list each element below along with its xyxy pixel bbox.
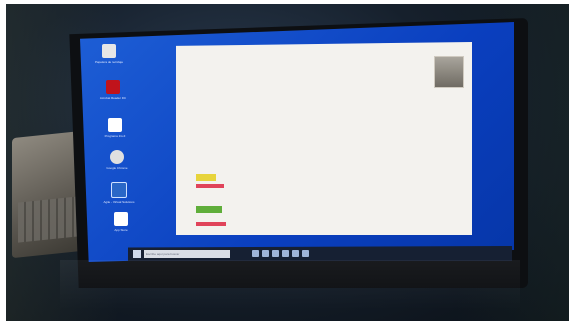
recycle-bin-icon xyxy=(102,44,116,58)
task-view-icon[interactable] xyxy=(252,250,259,257)
search-input[interactable]: Escribe aquí para buscar xyxy=(144,250,230,258)
desktop-icon-program[interactable]: Programa 1G-II xyxy=(96,118,134,138)
desktop-icon-label: Acrobat Reader DC xyxy=(99,96,127,100)
taskbar: Escribe aquí para buscar xyxy=(128,246,512,261)
desktop-icon-label: Papelera de reciclaje xyxy=(94,60,124,64)
desktop-icon-app[interactable]: App Store xyxy=(102,212,140,232)
acrobat-icon xyxy=(106,80,120,94)
chrome-icon xyxy=(110,150,124,164)
red-button-2[interactable] xyxy=(196,222,226,226)
desktop-icon-recycle-bin[interactable]: Papelera de reciclaje xyxy=(90,44,128,64)
desktop-icon-label: App Store xyxy=(114,228,128,232)
screen-reflection xyxy=(60,260,520,310)
red-button-1[interactable] xyxy=(196,184,224,188)
desktop-icon-label: Programa 1G-II xyxy=(104,134,126,138)
app-window[interactable] xyxy=(176,42,472,235)
desktop-icon-label: Google Chrome xyxy=(106,166,128,170)
settings-icon[interactable] xyxy=(302,250,309,257)
desktop-icon-acrobat[interactable]: Acrobat Reader DC xyxy=(94,80,132,100)
app-icon xyxy=(114,212,128,226)
desktop-icon-chrome[interactable]: Google Chrome xyxy=(98,150,136,170)
store-icon[interactable] xyxy=(282,250,289,257)
green-button[interactable] xyxy=(196,206,222,213)
program-icon xyxy=(108,118,122,132)
desktop-icon-agile[interactable]: Agile - Virtual Solutions xyxy=(100,182,138,204)
desktop-icon-label: Agile - Virtual Solutions xyxy=(103,200,135,204)
yellow-button[interactable] xyxy=(196,174,216,181)
start-icon[interactable] xyxy=(133,250,141,258)
window-thumbnail xyxy=(434,56,464,88)
edge-icon[interactable] xyxy=(262,250,269,257)
folder-icon[interactable] xyxy=(272,250,279,257)
chrome-taskbar-icon[interactable] xyxy=(292,250,299,257)
agile-icon xyxy=(111,182,127,198)
